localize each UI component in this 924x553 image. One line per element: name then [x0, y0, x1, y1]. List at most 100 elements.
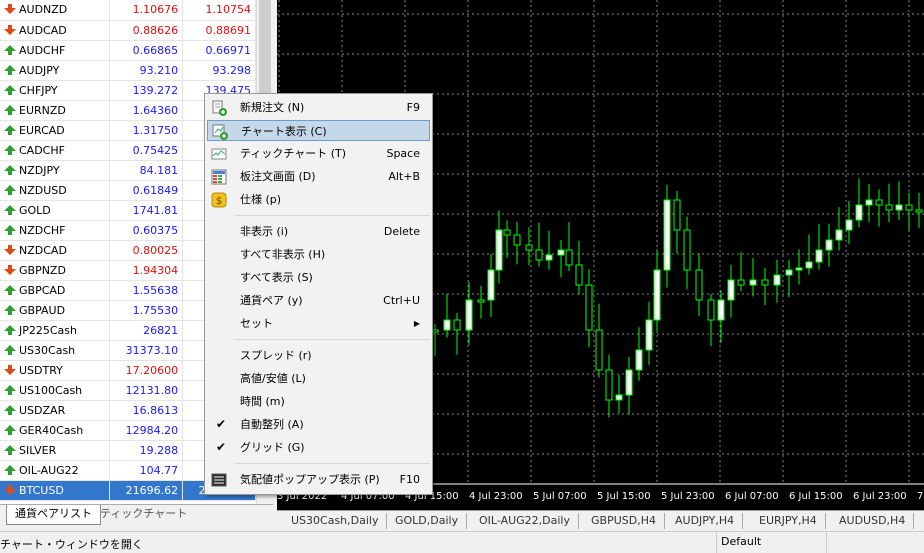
svg-text:$: $: [216, 196, 222, 207]
menu-item-label: すべて表示 (S): [240, 271, 313, 284]
symbol-cell: AUDNZD: [0, 0, 111, 21]
symbol-cell: USDTRY: [0, 360, 111, 381]
arrow-up-icon: [4, 184, 19, 197]
bid-cell: 84.181: [109, 160, 184, 181]
menu-item-spread[interactable]: スプレッド (r): [207, 345, 430, 366]
candle: [565, 222, 573, 272]
candle: [749, 258, 757, 297]
ask-cell: 1.10754: [182, 0, 256, 21]
arrow-down-icon: [4, 24, 19, 37]
symbol-name: EURCAD: [19, 123, 65, 137]
submenu-arrow-icon: ▶: [413, 319, 420, 328]
menu-item-popup-prices[interactable]: 気配値ポップアップ表示 (P) F10: [207, 469, 430, 490]
menu-item-symbols[interactable]: 通貨ペア (y) Ctrl+U: [207, 290, 430, 311]
symbol-name: OIL-AUG22: [19, 463, 79, 477]
bid-cell: 0.75425: [109, 140, 184, 161]
arrow-up-icon: [4, 44, 19, 57]
symbol-cell: OIL-AUG22: [0, 460, 111, 481]
candle: [635, 327, 643, 381]
specification-icon: $: [211, 192, 227, 208]
checkmark-icon: ✔: [216, 440, 227, 454]
menu-item-depth-of-market[interactable]: 板注文画面 (D) Alt+B: [207, 166, 430, 187]
bid-cell: 16.8613: [109, 400, 184, 421]
status-text: チャート・ウィンドウを開く: [0, 538, 143, 551]
bid-cell: 1741.81: [109, 200, 184, 221]
candle: [477, 285, 485, 319]
menu-item-label: 非表示 (i): [240, 225, 289, 238]
chart-tab[interactable]: OIL-AUG22,Daily: [471, 513, 579, 529]
symbol-name: BTCUSD: [19, 483, 64, 497]
menu-item-hide-all[interactable]: すべて非表示 (H): [207, 244, 430, 265]
menu-item-label: セット: [240, 317, 273, 330]
arrow-up-icon: [4, 384, 19, 397]
candle: [525, 227, 533, 266]
menu-item-open-chart[interactable]: チャート表示 (C): [207, 120, 430, 141]
menu-item-specification[interactable]: $ 仕様 (p): [207, 189, 430, 210]
arrow-up-icon: [4, 104, 19, 117]
bid-cell: 12984.20: [109, 420, 184, 441]
menu-item-grid[interactable]: ✔ グリッド (G): [207, 437, 430, 458]
candle: [595, 303, 603, 378]
symbol-cell: AUDCAD: [0, 20, 111, 41]
symbol-name: US30Cash: [19, 343, 76, 357]
candle: [785, 259, 793, 297]
chart-tab[interactable]: GBPUSD,H4: [583, 513, 665, 529]
chart-tab[interactable]: GOLD,Daily: [387, 513, 468, 529]
menu-item-high-low[interactable]: 高値/安値 (L): [207, 368, 430, 389]
candle: [465, 281, 473, 345]
time-label: 6 Jul 15:00: [789, 491, 843, 502]
symbol-cell: US100Cash: [0, 380, 111, 401]
market-watch-row[interactable]: AUDJPY 93.210 93.298: [0, 60, 256, 81]
menu-item-shortcut: F9: [406, 101, 420, 114]
tab-tick-chart[interactable]: ティックチャート: [92, 505, 195, 525]
candle: [865, 184, 873, 222]
arrow-down-icon: [4, 484, 19, 497]
chart-tab[interactable]: US30Cash,Daily: [283, 513, 388, 529]
menu-item-label: 自動整列 (A): [240, 418, 304, 431]
arrow-down-icon: [4, 364, 19, 377]
menu-item-auto-arrange[interactable]: ✔ 自動整列 (A): [207, 414, 430, 435]
market-watch-row[interactable]: AUDNZD 1.10676 1.10754: [0, 0, 256, 21]
bid-cell: 1.94304: [109, 260, 184, 281]
depth-of-market-icon: [211, 169, 227, 185]
ask-cell: 0.66971: [182, 40, 256, 61]
market-watch-row[interactable]: AUDCHF 0.66865 0.66971: [0, 40, 256, 61]
chart-tab[interactable]: AUDUSD,H4: [831, 513, 915, 529]
arrow-up-icon: [4, 464, 19, 477]
candle: [855, 178, 863, 228]
symbol-cell: EURNZD: [0, 100, 111, 121]
popup-prices-icon: [211, 472, 227, 488]
symbol-name: USDZAR: [19, 403, 66, 417]
menu-item-label: 高値/安値 (L): [240, 372, 306, 385]
candle: [915, 192, 923, 228]
symbol-cell: GOLD: [0, 200, 111, 221]
tab-symbols[interactable]: 通貨ペアリスト: [6, 505, 101, 525]
menu-item-label: 仕様 (p): [240, 193, 282, 206]
menu-item-show-all[interactable]: すべて表示 (S): [207, 267, 430, 288]
arrow-up-icon: [4, 204, 19, 217]
menu-item-time[interactable]: 時間 (m): [207, 391, 430, 412]
chart-tab[interactable]: EURJPY,H4: [751, 513, 826, 529]
symbol-cell: CHFJPY: [0, 80, 111, 101]
candle: [845, 200, 853, 245]
menu-item-hide[interactable]: 非表示 (i) Delete: [207, 221, 430, 242]
candle: [895, 181, 903, 221]
symbol-cell: NZDCHF: [0, 220, 111, 241]
symbol-name: SILVER: [19, 443, 57, 457]
menu-separator: [235, 215, 430, 216]
market-watch-row[interactable]: AUDCAD 0.88626 0.88691: [0, 20, 256, 41]
symbol-name: GBPNZD: [19, 263, 66, 277]
menu-item-sets[interactable]: セット ▶: [207, 313, 430, 334]
scrollbar-thumb[interactable]: [259, 0, 271, 94]
time-label: 5 Jul 23:00: [661, 491, 715, 502]
chart-tab[interactable]: AUDJPY,H4: [667, 513, 744, 529]
symbol-name: USDTRY: [19, 363, 63, 377]
menu-item-label: チャート表示 (C): [241, 125, 327, 138]
menu-item-tick-chart[interactable]: ティックチャート (T) Space: [207, 143, 430, 164]
status-bar: チャート・ウィンドウを開く Default: [0, 531, 924, 553]
symbol-name: NZDCAD: [19, 243, 67, 257]
symbol-cell: USDZAR: [0, 400, 111, 421]
menu-item-new-order[interactable]: 新規注文 (N) F9: [207, 97, 430, 118]
symbol-name: CADCHF: [19, 143, 65, 157]
arrow-up-icon: [4, 284, 19, 297]
